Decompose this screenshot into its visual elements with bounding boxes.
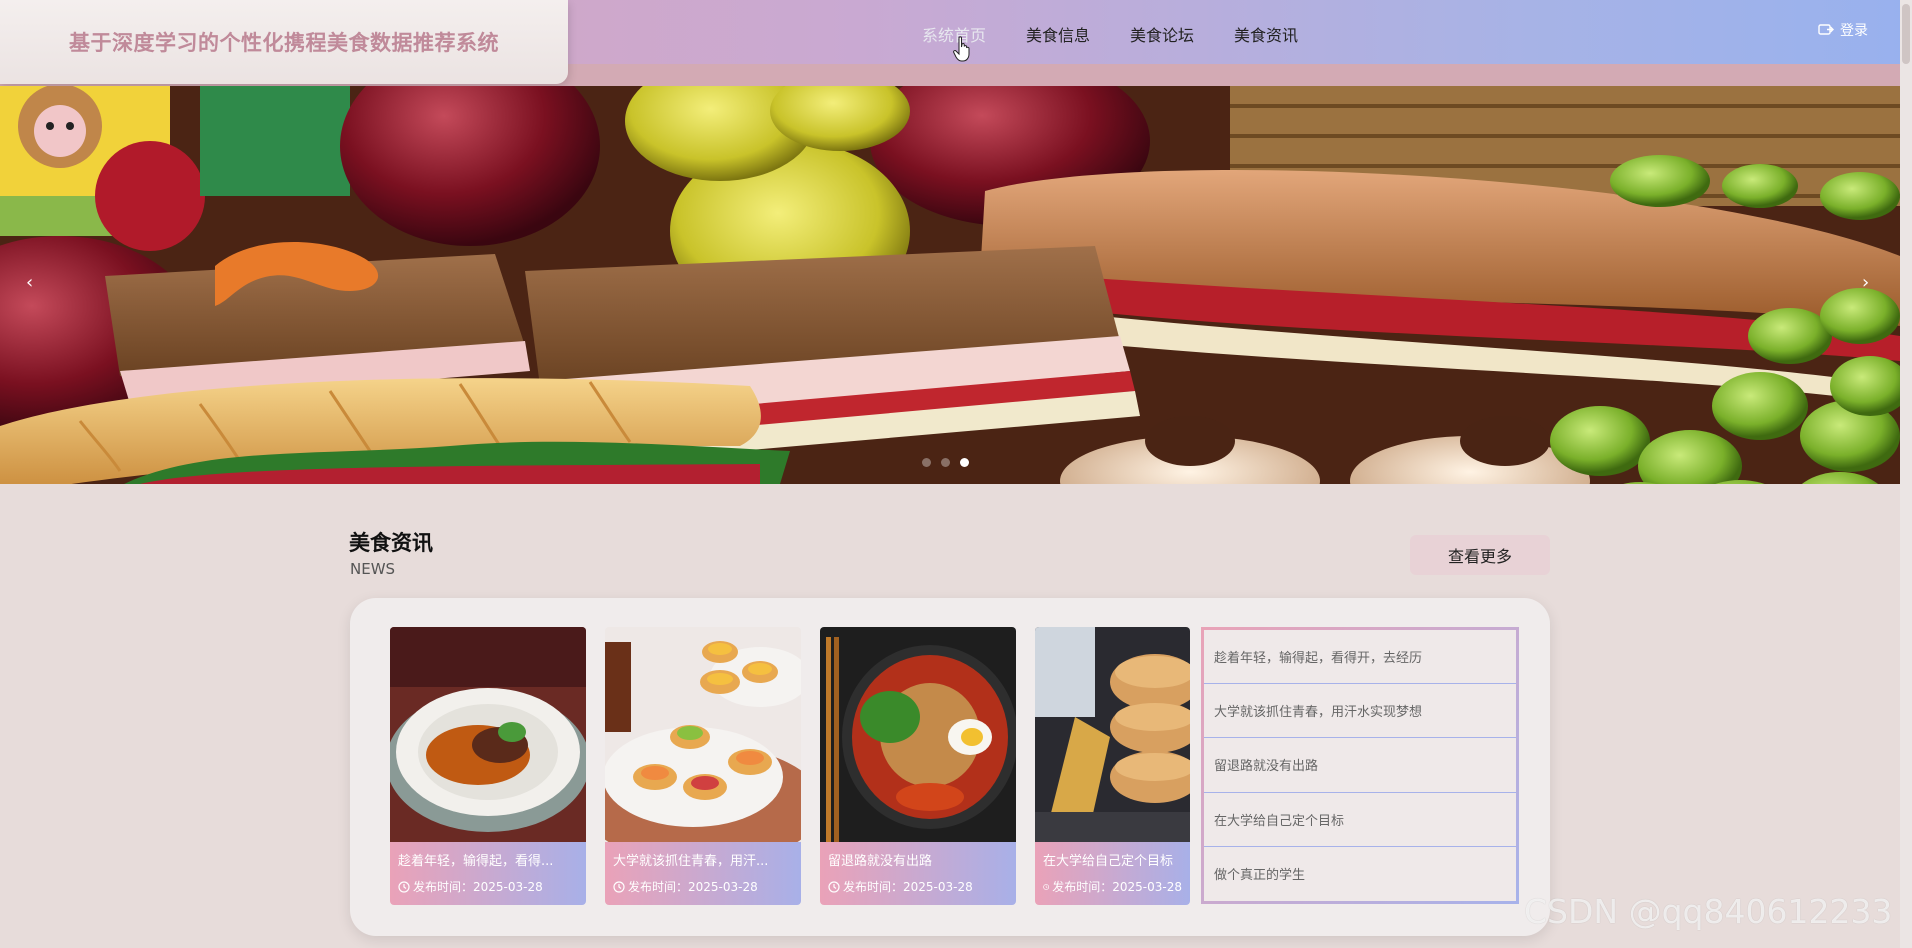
news-card-date-text: 发布时间：2025-03-28 (843, 880, 973, 894)
login-icon (1818, 24, 1834, 35)
news-card-image (820, 627, 1016, 842)
news-list: 趁着年轻，输得起，看得开，去经历 大学就该抓住青春，用汗水实现梦想 留退路就没有… (1201, 627, 1519, 904)
news-section-title: 美食资讯 (349, 531, 433, 555)
news-card-title: 大学就该抓住青春，用汗... (613, 854, 769, 869)
clock-icon (1043, 883, 1050, 890)
hand-cursor-icon (953, 36, 970, 62)
news-card-image (390, 627, 586, 842)
nav-item-food-forum[interactable]: 美食论坛 (1130, 22, 1194, 46)
main-nav: 系统首页 美食信息 美食论坛 美食资讯 (922, 22, 1338, 46)
banner-next-arrow-icon[interactable]: › (1862, 272, 1869, 293)
news-card-image (1035, 627, 1190, 842)
carousel-dot-2[interactable] (941, 458, 950, 467)
news-list-item[interactable]: 趁着年轻，输得起，看得开，去经历 (1204, 630, 1516, 685)
news-card-info: 大学就该抓住青春，用汗... 发布时间：2025-03-28 (605, 842, 801, 905)
banner-carousel[interactable]: ‹ › (0, 86, 1900, 484)
news-card-date: 发布时间：2025-03-28 (613, 878, 793, 895)
banner-prev-arrow-icon[interactable]: ‹ (26, 272, 33, 293)
news-list-item[interactable]: 做个真正的学生 (1204, 847, 1516, 901)
news-card-date: 发布时间：2025-03-28 (828, 878, 1008, 895)
clock-icon (613, 880, 625, 893)
scrollbar-thumb[interactable] (1902, 4, 1910, 64)
clock-icon (828, 880, 840, 893)
carousel-dot-3[interactable] (960, 458, 969, 467)
login-button[interactable]: 登录 (1818, 20, 1868, 40)
news-panel: 趁着年轻，输得起，看得... 发布时间：2025-03-28 大学就该抓住青春，… (350, 598, 1550, 936)
news-card[interactable]: 趁着年轻，输得起，看得... 发布时间：2025-03-28 (390, 627, 586, 905)
news-card[interactable]: 在大学给自己定个目标 发布时间：2025-03-28 (1035, 627, 1190, 905)
news-card-title: 趁着年轻，输得起，看得... (398, 854, 554, 869)
login-label: 登录 (1840, 23, 1868, 39)
carousel-dot-1[interactable] (922, 458, 931, 467)
csdn-watermark: CSDN @qq840612233 (1524, 892, 1893, 931)
banner-food-image (0, 86, 1900, 484)
news-card-title: 在大学给自己定个目标 (1043, 854, 1174, 869)
news-card-date: 发布时间：2025-03-28 (398, 878, 578, 895)
nav-item-food-news[interactable]: 美食资讯 (1234, 22, 1298, 46)
news-card-date-text: 发布时间：2025-03-28 (1052, 880, 1182, 894)
clock-icon (398, 880, 410, 893)
site-title: 基于深度学习的个性化携程美食数据推荐系统 (69, 31, 499, 55)
nav-item-food-info[interactable]: 美食信息 (1026, 22, 1090, 46)
page-scrollbar[interactable] (1900, 0, 1912, 948)
news-card[interactable]: 大学就该抓住青春，用汗... 发布时间：2025-03-28 (605, 627, 801, 905)
carousel-indicators (922, 458, 969, 467)
news-card[interactable]: 留退路就没有出路 发布时间：2025-03-28 (820, 627, 1016, 905)
news-card-image (605, 627, 801, 842)
news-card-date-text: 发布时间：2025-03-28 (628, 880, 758, 894)
brand-card: 基于深度学习的个性化携程美食数据推荐系统 (0, 0, 568, 84)
view-more-button[interactable]: 查看更多 (1410, 535, 1550, 575)
news-card-title: 留退路就没有出路 (828, 854, 933, 869)
news-card-info: 在大学给自己定个目标 发布时间：2025-03-28 (1035, 842, 1190, 905)
news-list-item[interactable]: 大学就该抓住青春，用汗水实现梦想 (1204, 684, 1516, 739)
news-card-date: 发布时间：2025-03-28 (1043, 878, 1182, 895)
news-card-info: 留退路就没有出路 发布时间：2025-03-28 (820, 842, 1016, 905)
news-section-subtitle: NEWS (350, 560, 396, 578)
news-list-item[interactable]: 在大学给自己定个目标 (1204, 793, 1516, 847)
news-list-item[interactable]: 留退路就没有出路 (1204, 738, 1516, 793)
news-card-date-text: 发布时间：2025-03-28 (413, 880, 543, 894)
news-card-info: 趁着年轻，输得起，看得... 发布时间：2025-03-28 (390, 842, 586, 905)
